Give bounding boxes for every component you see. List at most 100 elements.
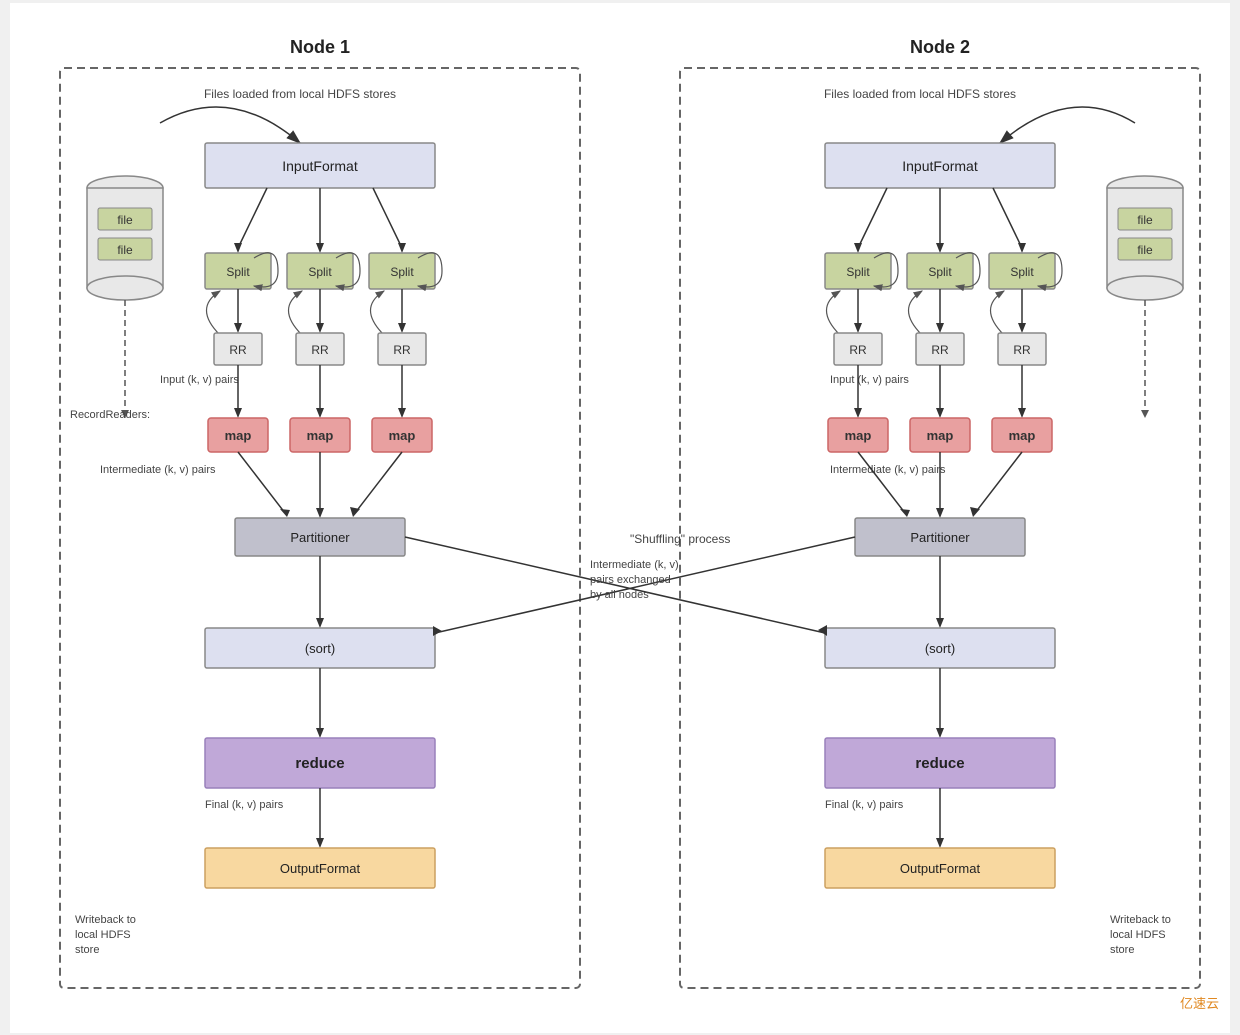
node1-curved-arrow [160,107,300,143]
node2-input-kv-label: Input (k, v) pairs [830,374,909,386]
node1-split2-label: Split [308,265,332,279]
node1-s1-rr1-arrow [234,323,242,333]
node1-part-sort-arrow [316,618,324,628]
node2-rr2-loop [909,291,923,335]
node1-hdfs-label: Files loaded from local HDFS stores [204,87,396,101]
node1-reduce-output-arrow [316,838,324,848]
node2-if-split1-arrow [854,243,862,253]
node1-writeback-label2: local HDFS [75,929,131,941]
node1-outputformat-label: OutputFormat [280,861,361,876]
node2-rr2-map2-arrow [936,408,944,418]
node1-map3-label: map [389,428,416,443]
node1-map1-part-arrow [280,509,290,517]
node1-if-to-split1-line [238,188,267,248]
node1-inputformat-label: InputFormat [282,158,358,174]
node2-if-split2-arrow [936,243,944,253]
node2-sort-label: (sort) [925,641,955,656]
node1-cyl-bottom [87,276,163,300]
node1-rr3-loop [371,291,385,335]
node2-writeback-label: Writeback to [1110,914,1171,926]
node2-partitioner-label: Partitioner [910,530,970,545]
watermark: 亿速云 [1180,996,1219,1011]
node2-map1-part-line [858,452,905,513]
node2-map1-part-arrow [900,509,910,517]
node2-file1-label: file [1137,213,1153,227]
node2-outputformat-label: OutputFormat [900,861,981,876]
node1-if-split3-arrow [398,243,406,253]
node1-file1-label: file [117,213,133,227]
node1-file2-label: file [117,243,133,257]
diagram-svg: Node 1 Files loaded from local HDFS stor… [30,23,1230,1013]
node2-rr1-loop [827,291,841,335]
node2-cyl-bottom [1107,276,1183,300]
node2-final-kv-label: Final (k, v) pairs [825,799,904,811]
node1-map2-label: map [307,428,334,443]
node1-title: Node 1 [290,37,350,57]
node2-if-to-split1-line [858,188,887,248]
node1-reduce-label: reduce [295,755,344,772]
node1-split1-label: Split [226,265,250,279]
node2-map2-part-arrow [936,508,944,518]
node2-split3-label: Split [1010,265,1034,279]
node1-map1-label: map [225,428,252,443]
node1-rr2-label: RR [311,343,329,357]
node2-map1-label: map [845,428,872,443]
node1-s3-rr3-arrow [398,323,406,333]
node2-sort-reduce-arrow [936,728,944,738]
node2-split2-label: Split [928,265,952,279]
node2-rr1-label: RR [849,343,867,357]
node2-inter-kv-label: Intermediate (k, v) pairs [830,464,946,476]
node1-rr3-label: RR [393,343,411,357]
node2-if-to-split3-line [993,188,1022,248]
node1-split3-label: Split [390,265,414,279]
node2-writeback-label3: store [1110,944,1134,956]
node1-if-to-split3-line [373,188,402,248]
shuffle-arrow1-head [818,625,827,636]
node1-s2-rr2-arrow [316,323,324,333]
node2-if-split3-arrow [1018,243,1026,253]
shuffling-sub2: pairs exchanged [590,574,671,586]
node2-file2-label: file [1137,243,1153,257]
node1-rr-label: RecordReaders: [70,409,150,421]
node2-s2-rr2-arrow [936,323,944,333]
node2-s3-rr3-arrow [1018,323,1026,333]
node2-split1-label: Split [846,265,870,279]
node1-map2-part-arrow [316,508,324,518]
node1-inter-kv-label: Intermediate (k, v) pairs [100,464,216,476]
shuffling-label: "Shuffling" process [630,532,730,546]
node1-partitioner-label: Partitioner [290,530,350,545]
node2-reduce-label: reduce [915,755,964,772]
node2-title: Node 2 [910,37,970,57]
node1-if-split1-arrow [234,243,242,253]
node1-rr1-label: RR [229,343,247,357]
node2-rr3-loop [991,291,1005,335]
shuffling-sub3: by all nodes [590,589,649,601]
node1-sort-reduce-arrow [316,728,324,738]
shuffle-arrow2-head [433,626,442,636]
node1-map3-part-line [355,452,402,513]
node1-map1-part-line [238,452,285,513]
node2-reduce-output-arrow [936,838,944,848]
node1-writeback-label3: store [75,944,99,956]
node2-hdfs-label: Files loaded from local HDFS stores [824,87,1016,101]
node1-rr1-map1-arrow [234,408,242,418]
node2-part-sort-arrow [936,618,944,628]
shuffling-sub1: Intermediate (k, v) [590,559,679,571]
node2-curved-arrow [1000,107,1135,143]
node2-inputformat-label: InputFormat [902,158,978,174]
node2-map3-part-line [975,452,1022,513]
node1-sort-label: (sort) [305,641,335,656]
node2-rr3-map3-arrow [1018,408,1026,418]
main-container: Node 1 Files loaded from local HDFS stor… [10,3,1230,1033]
node2-map2-label: map [927,428,954,443]
node2-s1-rr1-arrow [854,323,862,333]
node1-final-kv-label: Final (k, v) pairs [205,799,284,811]
node2-rr2-label: RR [931,343,949,357]
node1-rr2-loop [289,291,303,335]
node1-if-split2-arrow [316,243,324,253]
node1-writeback-label: Writeback to [75,914,136,926]
node2-map3-label: map [1009,428,1036,443]
node2-cyl-arrow-head [1141,410,1149,418]
node1-input-kv-label: Input (k, v) pairs [160,374,239,386]
node1-rr2-map2-arrow [316,408,324,418]
